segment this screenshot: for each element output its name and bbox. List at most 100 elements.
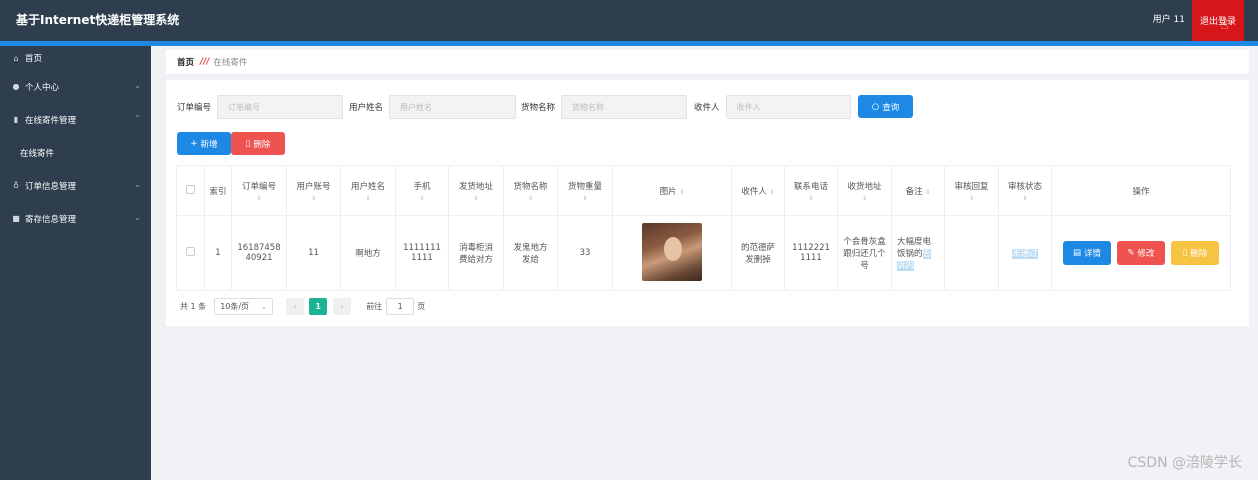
cell-ship-addr: 消毒柜消费给对方 (448, 215, 504, 291)
chevron-down-icon: ⌄ (134, 180, 141, 189)
sort-icon: ⇕ (310, 194, 317, 202)
sidebar-item-home[interactable]: ⌂ 首页 (0, 46, 151, 70)
batch-delete-button[interactable]: ▯ 删除 (231, 132, 285, 155)
sort-icon: ⇕ (1022, 194, 1028, 202)
prev-page-button[interactable]: ‹ (286, 297, 305, 315)
watermark: CSDN @涪陵学长 (1127, 455, 1242, 471)
col-header[interactable]: 收货地址 ⇕ (837, 165, 892, 216)
sort-icon: ⇕ (861, 194, 868, 202)
document-icon: ▤ (1072, 248, 1081, 258)
bar-chart-icon: ▮ (13, 115, 19, 124)
mouse-cursor-icon: ☝ (1221, 18, 1229, 32)
col-header[interactable]: 收件人 ⇕ (731, 165, 785, 216)
sidebar-item-online-shipping-mgmt[interactable]: ▮ 在线寄件管理 ⌃ (0, 103, 151, 136)
total-count: 共 1 条 (180, 301, 207, 311)
logout-button[interactable]: 退出登录 (1192, 0, 1244, 41)
row-select-cell (176, 215, 205, 291)
cell-remark: 大幅度电饭锅的告诉内 (891, 215, 945, 291)
shipping-table: 索引 订单编号 ⇕ 用户账号 ⇕ 用户姓名 ⇕ 手机 ⇕ 发货地址 ⇕ 货物名称 ⇕ 货物重… (176, 165, 1231, 291)
pagination: 共 1 条 10条/页 ⌄ ‹ 1 › 前往 1 页 (180, 297, 425, 315)
filter-goods-name: 货物名称 货物名称 (521, 95, 688, 119)
table-row: 1 1618745840921 11 啊地方 11111111111 消毒柜消费… (176, 215, 1231, 291)
col-header[interactable]: 手机 ⇕ (395, 165, 449, 216)
trash-icon: ▯ (1182, 248, 1188, 258)
sort-icon: ⇕ (365, 194, 371, 202)
row-checkbox[interactable] (186, 247, 195, 256)
app-title: 基于Internet快递柜管理系统 (16, 13, 180, 27)
filter-label: 收件人 (694, 103, 720, 113)
col-header[interactable]: 审核回复 ⇕ (944, 165, 999, 216)
sidebar-item-storage-info-mgmt[interactable]: ■ 寄存信息管理 ⌄ (0, 202, 151, 235)
page-size-select[interactable]: 10条/页 ⌄ (214, 297, 274, 315)
sidebar-item-order-info-mgmt[interactable]: ♁ 订单信息管理 ⌄ (0, 169, 151, 202)
page-number-current[interactable]: 1 (309, 297, 328, 315)
sidebar-item-profile[interactable]: ● 个人中心 ⌄ (0, 70, 151, 103)
col-header[interactable]: 联系电话 ⇕ (784, 165, 838, 216)
col-header[interactable]: 货物名称 ⇕ (503, 165, 558, 216)
goto-page-input[interactable]: 1 (386, 297, 415, 315)
search-icon: ○ (871, 101, 880, 112)
cell-phone: 11111111111 (395, 215, 449, 291)
review-status-text: 未通过 (1012, 249, 1038, 259)
col-header[interactable]: 备注 ⇕ (891, 165, 945, 216)
plus-icon: + (190, 138, 198, 149)
cell-recv-addr: 个会骨灰盒跟归还几个号 (837, 215, 892, 291)
user-icon: ● (12, 82, 20, 91)
detail-button[interactable]: ▤ 详情 (1063, 241, 1111, 265)
col-header: 索引 (204, 165, 232, 216)
main-panel: 订单编号 订单编号 用户姓名 用户姓名 货物名称 货物名称 收件人 收件人 ○ … (166, 80, 1249, 326)
cell-review-status: 未通过 (998, 215, 1052, 291)
select-all-checkbox[interactable] (186, 184, 195, 194)
col-header[interactable]: 用户姓名 ⇕ (340, 165, 396, 216)
goods-photo (642, 222, 702, 281)
col-header[interactable]: 货物重量 ⇕ (557, 165, 613, 216)
sort-icon: ⇕ (419, 194, 425, 202)
cell-actions: ▤ 详情 ✎ 修改 ▯ 删除 (1051, 215, 1231, 291)
sort-icon: ⇕ (769, 188, 775, 196)
cell-receiver: 的范德萨发删掉 (731, 215, 785, 291)
sort-icon: ⇕ (473, 194, 479, 202)
chevron-down-icon: ⌄ (260, 301, 268, 311)
receiver-input[interactable]: 收件人 (725, 95, 851, 119)
col-header: 操作 (1051, 165, 1231, 216)
delete-button[interactable]: ▯ 删除 (1171, 241, 1219, 265)
goto-label: 前往 (366, 301, 383, 311)
sidebar-item-label: 在线寄件管理 (25, 115, 77, 126)
sort-icon: ⇕ (527, 194, 534, 202)
filter-label: 货物名称 (521, 103, 556, 113)
search-button[interactable]: ○ 查询 (858, 95, 913, 118)
col-header[interactable]: 审核状态 ⇕ (998, 165, 1052, 216)
add-button[interactable]: + 新增 (177, 132, 231, 155)
sidebar: ⌂ 首页 ● 个人中心 ⌄ ▮ 在线寄件管理 ⌃ 在线寄件 ♁ 订单信息管理 ⌄… (0, 46, 151, 480)
edit-button[interactable]: ✎ 修改 (1117, 241, 1165, 265)
page-unit-label: 页 (417, 301, 426, 311)
sidebar-item-online-shipping[interactable]: 在线寄件 (0, 136, 151, 169)
col-header[interactable]: 图片 ⇕ (612, 165, 732, 216)
breadcrumb-home[interactable]: 首页 (177, 56, 194, 68)
cell-review-reply (944, 215, 999, 291)
pencil-icon: ✎ (1127, 248, 1135, 258)
filter-label: 用户姓名 (349, 103, 384, 113)
user-name-input[interactable]: 用户姓名 (389, 95, 517, 119)
current-user: 用户 11 (1152, 15, 1185, 25)
col-header[interactable]: 订单编号 ⇕ (231, 165, 287, 216)
col-header[interactable]: 用户账号 ⇕ (286, 165, 341, 216)
next-page-button[interactable]: › (333, 297, 352, 315)
sort-icon: ⇕ (256, 194, 262, 202)
breadcrumb-separator-icon: /// (200, 57, 210, 67)
cell-index: 1 (204, 215, 232, 291)
cell-order-no: 1618745840921 (231, 215, 287, 291)
sort-icon: ⇕ (808, 194, 814, 202)
sidebar-item-label: 个人中心 (25, 82, 60, 93)
breadcrumb-current: 在线寄件 (213, 58, 248, 68)
box-icon: ■ (12, 214, 20, 223)
table-header-row: 索引 订单编号 ⇕ 用户账号 ⇕ 用户姓名 ⇕ 手机 ⇕ 发货地址 ⇕ 货物名称 ⇕ 货物重… (176, 165, 1231, 216)
order-no-input[interactable]: 订单编号 (217, 95, 344, 119)
filter-receiver: 收件人 收件人 (694, 95, 851, 119)
sort-icon: ⇕ (968, 194, 975, 202)
trash-icon: ▯ (245, 138, 251, 149)
home-icon: ⌂ (13, 53, 19, 63)
goods-name-input[interactable]: 货物名称 (561, 95, 688, 119)
col-header[interactable]: 发货地址 ⇕ (448, 165, 504, 216)
breadcrumb: 首页 /// 在线寄件 (166, 50, 1249, 74)
